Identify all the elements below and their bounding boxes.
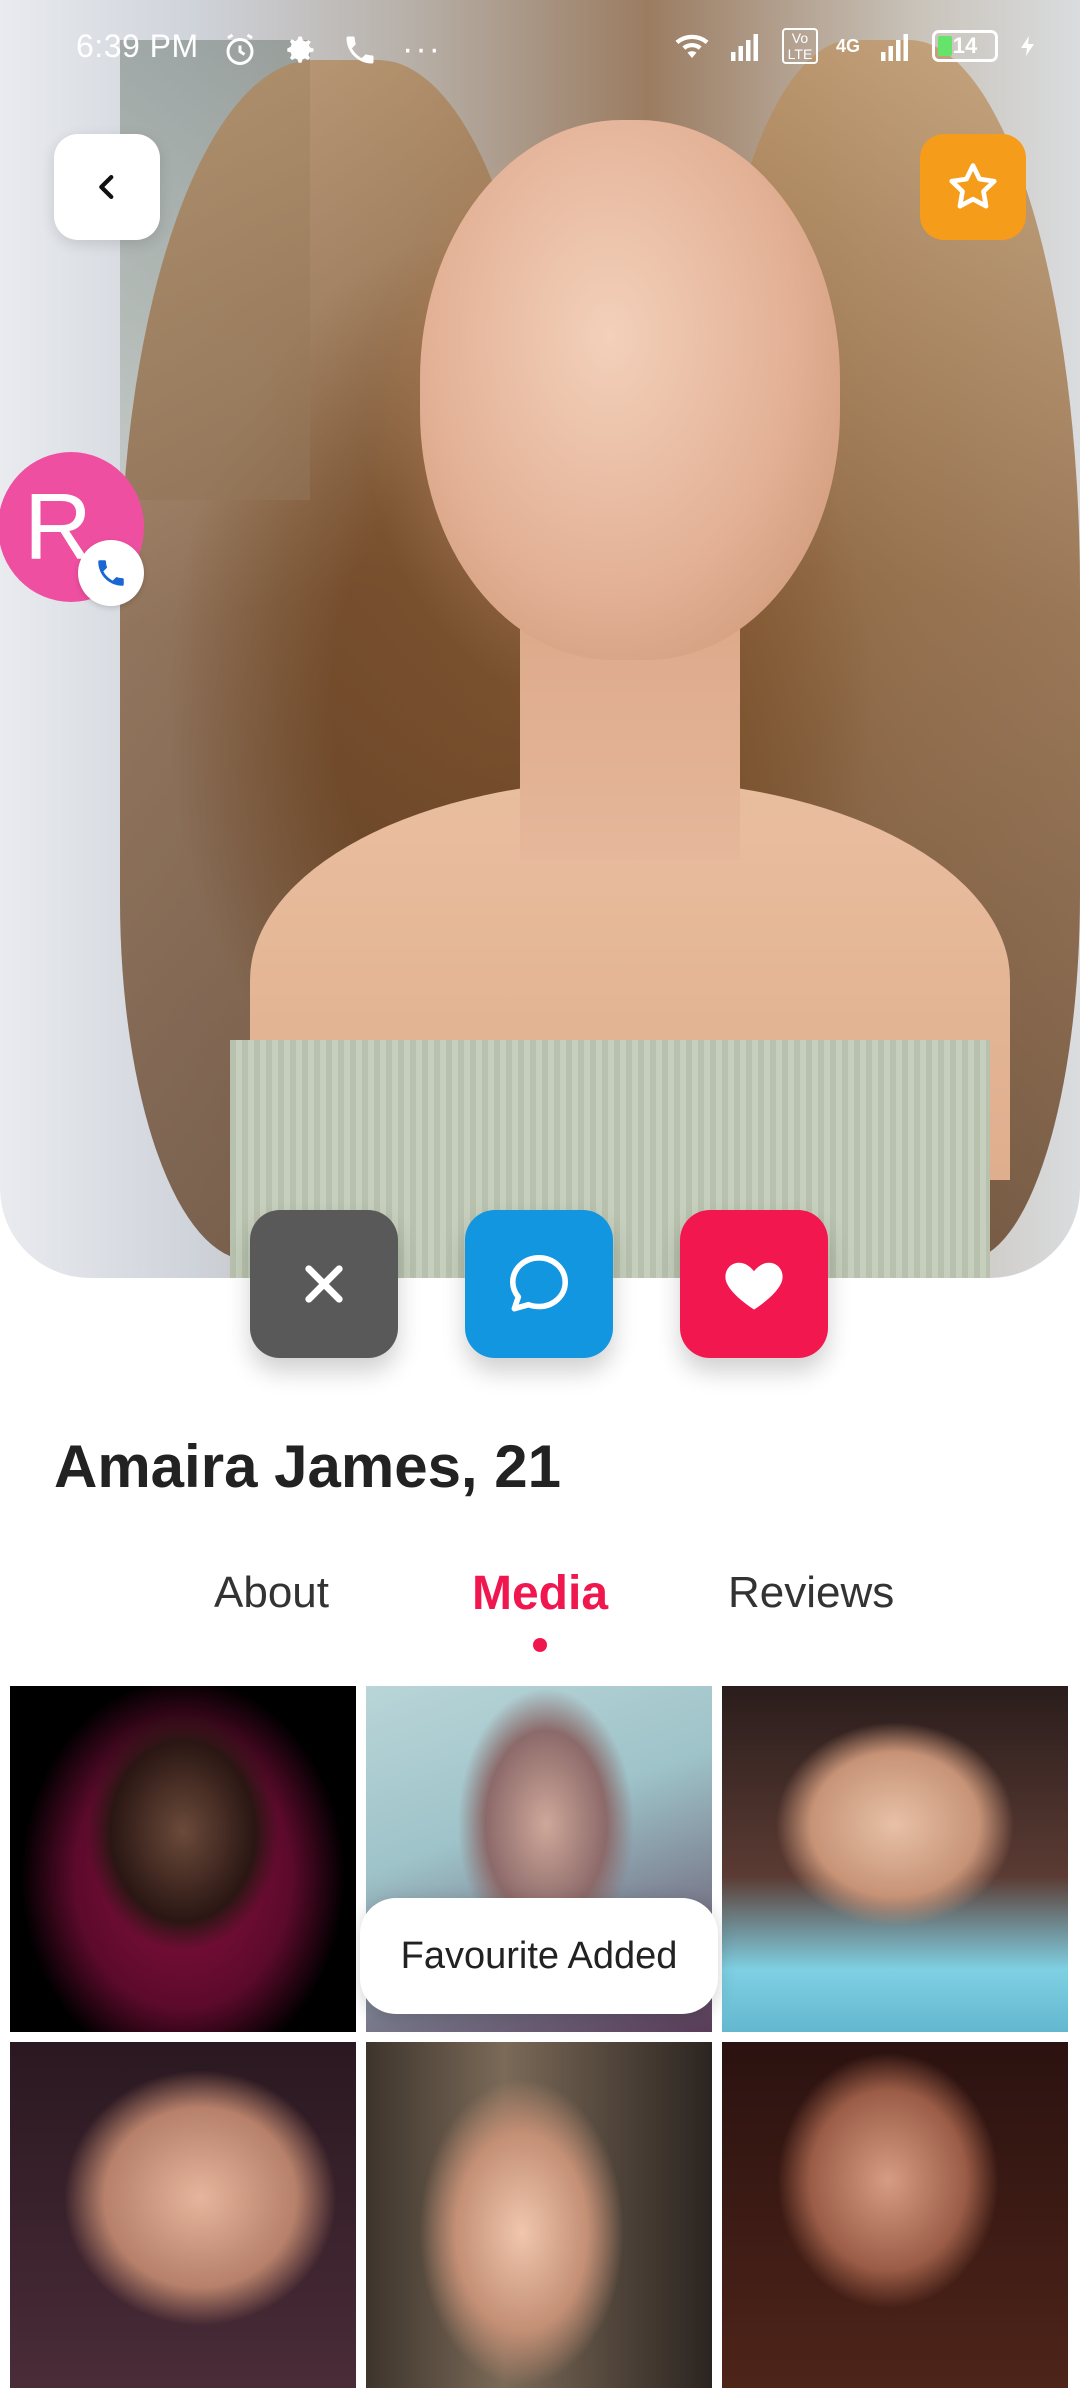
tab-about[interactable]: About — [214, 1568, 329, 1618]
active-tab-indicator — [533, 1638, 547, 1652]
profile-name-age: Amaira James, 21 — [54, 1433, 562, 1500]
like-button[interactable] — [680, 1210, 828, 1358]
close-icon — [305, 1265, 343, 1303]
profile-actions — [250, 1210, 830, 1360]
call-button[interactable] — [78, 540, 144, 606]
media-thumbnail[interactable] — [722, 2042, 1068, 2388]
media-grid — [10, 1686, 1070, 2388]
heart-icon — [725, 1262, 783, 1310]
status-bar: 6:39 PM ··· Vo LTE 4G 14 — [0, 0, 1080, 96]
charging-bolt-icon — [1021, 36, 1034, 56]
battery-indicator: 14 — [932, 30, 998, 62]
media-thumbnail[interactable] — [10, 1686, 356, 2032]
chat-bubble-icon — [510, 1255, 568, 1312]
tab-media[interactable]: Media — [472, 1566, 608, 1621]
favorite-button[interactable] — [920, 134, 1026, 240]
media-thumbnail[interactable] — [722, 1686, 1068, 2032]
signal-icon — [730, 34, 758, 61]
chevron-left-icon — [99, 174, 114, 200]
toast-message: Favourite Added — [360, 1898, 718, 2014]
reject-button[interactable] — [250, 1210, 398, 1358]
network-type: 4G — [835, 35, 860, 56]
volte-badge: Vo LTE — [781, 28, 818, 64]
status-time: 6:39 PM — [76, 28, 199, 64]
phone-icon — [98, 560, 124, 586]
wifi-icon — [675, 34, 709, 58]
more-notifications-icon: ··· — [402, 30, 442, 68]
profile-hero-photo — [0, 0, 1080, 1278]
signal-icon-2 — [881, 34, 908, 61]
star-icon — [949, 163, 997, 209]
settings-gear-icon — [287, 36, 314, 63]
media-thumbnail[interactable] — [10, 2042, 356, 2388]
phone-status-icon — [346, 36, 374, 63]
chat-button[interactable] — [465, 1210, 613, 1358]
alarm-icon — [226, 33, 254, 65]
back-button[interactable] — [54, 134, 160, 240]
tab-reviews[interactable]: Reviews — [728, 1568, 894, 1618]
media-thumbnail[interactable] — [366, 2042, 712, 2388]
